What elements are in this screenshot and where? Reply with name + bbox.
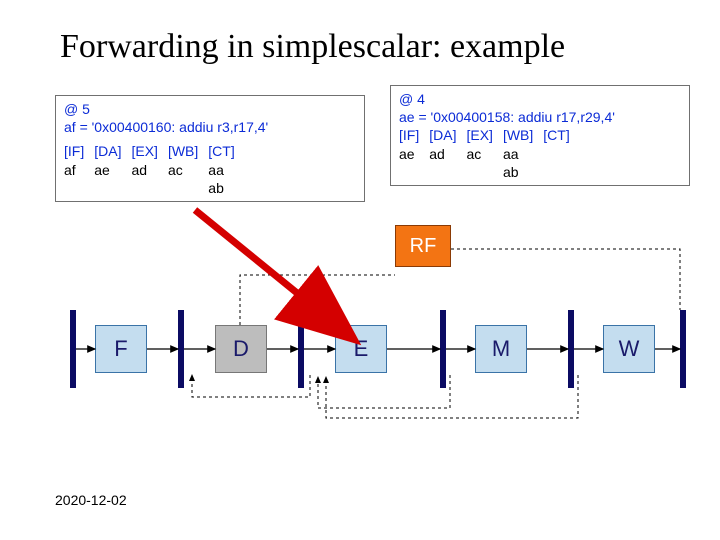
stage-d: D bbox=[215, 325, 267, 373]
val-da: ae bbox=[94, 161, 131, 179]
wiring-layer bbox=[0, 0, 720, 540]
stage-e: E bbox=[335, 325, 387, 373]
slide-title: Forwarding in simplescalar: example bbox=[60, 28, 565, 66]
col-if: [IF] bbox=[64, 142, 94, 160]
instruction-text: af = '0x00400160: addiu r3,r17,4' bbox=[64, 118, 356, 136]
col-ct: [CT] bbox=[543, 126, 579, 144]
trace-panel-left: @ 5 af = '0x00400160: addiu r3,r17,4' [I… bbox=[55, 95, 365, 202]
pipe-bar bbox=[680, 310, 686, 388]
cycle-label: @ 5 bbox=[64, 100, 356, 118]
stage-table: [IF] [DA] [EX] [WB] [CT] ae ad ac aa ab bbox=[399, 126, 580, 181]
trace-panel-right: @ 4 ae = '0x00400158: addiu r17,r29,4' [… bbox=[390, 85, 690, 186]
col-ex: [EX] bbox=[466, 126, 502, 144]
col-wb: [WB] bbox=[168, 142, 208, 160]
val-ct bbox=[543, 145, 579, 163]
val-wb: ac bbox=[168, 161, 208, 179]
forwarding-arrow-icon bbox=[195, 210, 345, 332]
footer-date: 2020-12-02 bbox=[55, 492, 127, 508]
val-wb: aa bbox=[503, 145, 543, 163]
pipe-bar bbox=[298, 310, 304, 388]
col-if: [IF] bbox=[399, 126, 429, 144]
instruction-text: ae = '0x00400158: addiu r17,r29,4' bbox=[399, 108, 681, 126]
pipe-bar bbox=[440, 310, 446, 388]
col-wb: [WB] bbox=[503, 126, 543, 144]
val-ex: ac bbox=[466, 145, 502, 163]
col-ct: [CT] bbox=[208, 142, 244, 160]
block-rf: RF bbox=[395, 225, 451, 267]
stage-w: W bbox=[603, 325, 655, 373]
val-extra: ab bbox=[208, 179, 244, 197]
col-da: [DA] bbox=[429, 126, 466, 144]
pipe-bar bbox=[178, 310, 184, 388]
pipe-bar bbox=[70, 310, 76, 388]
val-extra: ab bbox=[503, 163, 543, 181]
stage-table: [IF] [DA] [EX] [WB] [CT] af ae ad ac aa … bbox=[64, 142, 245, 197]
cycle-label: @ 4 bbox=[399, 90, 681, 108]
val-if: af bbox=[64, 161, 94, 179]
stage-m: M bbox=[475, 325, 527, 373]
col-da: [DA] bbox=[94, 142, 131, 160]
val-ct: aa bbox=[208, 161, 244, 179]
val-da: ad bbox=[429, 145, 466, 163]
pipe-bar bbox=[568, 310, 574, 388]
val-ex: ad bbox=[131, 161, 167, 179]
stage-f: F bbox=[95, 325, 147, 373]
col-ex: [EX] bbox=[131, 142, 167, 160]
val-if: ae bbox=[399, 145, 429, 163]
